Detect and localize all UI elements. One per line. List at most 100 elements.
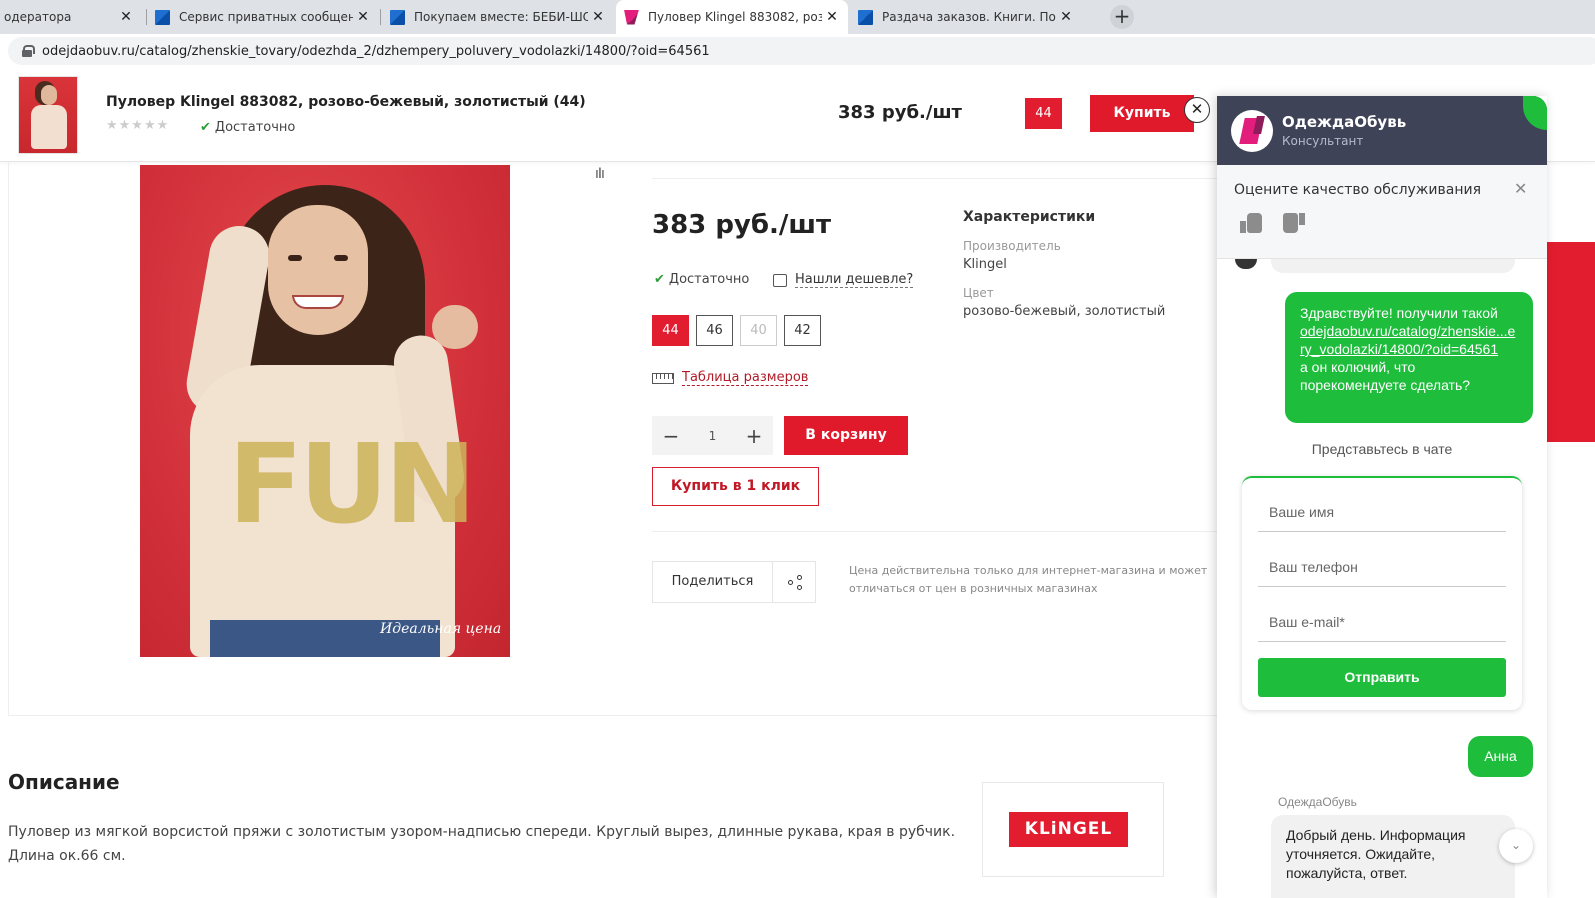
product-photo[interactable]: FUN Идеальная цена — [140, 165, 510, 657]
sticky-size-badge[interactable]: 44 — [1025, 98, 1062, 129]
size-option[interactable]: 46 — [696, 315, 733, 346]
lock-icon — [22, 45, 35, 57]
sticky-price: 383 руб./шт — [838, 102, 962, 123]
windows-icon — [858, 9, 873, 25]
add-to-cart-button[interactable]: В корзину — [784, 416, 908, 455]
rating-stars[interactable]: ★★★★★ — [106, 118, 169, 133]
phone-field[interactable]: Ваш телефон — [1258, 549, 1506, 587]
name-field[interactable]: Ваше имя — [1258, 494, 1506, 532]
thumbs-down-icon[interactable] — [1283, 213, 1305, 233]
windows-icon — [155, 9, 170, 25]
user-message-link[interactable]: odejdaobuv.ru/catalog/zhenskie...ery_vod… — [1300, 323, 1515, 357]
quantity-plus-button[interactable]: + — [735, 424, 773, 448]
chat-logo-icon — [1231, 110, 1273, 152]
tab-close-icon[interactable]: ✕ — [822, 9, 842, 25]
chat-close-button[interactable]: ✕ — [1184, 97, 1210, 123]
scroll-down-icon[interactable]: ⌄ — [1499, 829, 1533, 863]
tab-title: Покупаем вместе: БЕБИ-ШОП (/ — [414, 10, 588, 24]
url-field[interactable]: odejdaobuv.ru/catalog/zhenskie_tovary/od… — [8, 37, 1595, 65]
email-field[interactable]: Ваш e-mail* — [1258, 604, 1506, 642]
char-key: Производитель — [963, 239, 1061, 253]
availability-label: Достаточно — [214, 120, 296, 135]
odezhdaobuv-icon — [624, 9, 639, 25]
rating-close-icon[interactable]: ✕ — [1514, 179, 1527, 198]
windows-icon — [390, 9, 405, 25]
tab-close-icon[interactable]: ✕ — [588, 9, 608, 25]
chat-widget: ОдеждаОбувь Консультант Оцените качество… — [1217, 96, 1547, 898]
url-text: odejdaobuv.ru/catalog/zhenskie_tovary/od… — [42, 43, 710, 59]
page: одератора ✕ Сервис приватных сообщений ✕… — [0, 0, 1595, 898]
sticky-product-title: Пуловер Klingel 883082, розово-бежевый, … — [106, 94, 586, 110]
check-icon: ✔ — [654, 272, 665, 287]
address-bar: odejdaobuv.ru/catalog/zhenskie_tovary/od… — [0, 34, 1595, 68]
quantity-minus-button[interactable]: − — [652, 424, 690, 448]
brand-logo[interactable]: KLiNGEL — [1009, 812, 1128, 847]
browser-tab-active[interactable]: Пуловер Klingel 883082, розово ✕ — [616, 0, 848, 34]
characteristics-title: Характеристики — [963, 209, 1096, 225]
share-icon — [773, 562, 815, 602]
browser-tab-5[interactable]: Раздача заказов. Книги. Покупа ✕ — [850, 0, 1082, 34]
description-heading: Описание — [8, 770, 120, 794]
chat-agent-name: ОдеждаОбувь — [1282, 113, 1407, 131]
operator-message-partial — [1271, 259, 1515, 273]
tab-title: Раздача заказов. Книги. Покупа — [882, 10, 1056, 24]
user-message: Здравствуйте! получили такой odejdaobuv.… — [1285, 292, 1533, 423]
chat-intro-text: Представьтесь в чате — [1311, 441, 1453, 457]
browser-tab-2[interactable]: Сервис приватных сообщений ✕ — [147, 0, 379, 34]
size-option[interactable]: 42 — [784, 315, 821, 346]
price-tag-icon — [773, 273, 787, 287]
divider — [652, 178, 1218, 179]
one-click-buy-button[interactable]: Купить в 1 клик — [652, 467, 819, 506]
characteristics: Характеристики Производитель Klingel Цве… — [963, 209, 1213, 319]
share-button[interactable]: Поделиться — [652, 561, 816, 603]
operator-avatar — [1235, 259, 1257, 269]
found-cheaper-link[interactable]: Нашли дешевле? — [773, 272, 914, 288]
chat-header: ОдеждаОбувь Консультант — [1217, 96, 1547, 165]
sticky-availability: ✔ Достаточно — [200, 120, 295, 135]
photo-signature: Идеальная цена — [380, 621, 502, 637]
user-message-text: а он колючий, что порекомендуете сделать… — [1300, 359, 1471, 393]
rating-panel: Оцените качество обслуживания ✕ — [1217, 165, 1547, 259]
size-option: 40 — [740, 315, 777, 346]
size-selector: 44 46 40 42 — [652, 315, 828, 346]
product-availability: ✔ Достаточно — [654, 272, 749, 287]
browser-tab-bar: одератора ✕ Сервис приватных сообщений ✕… — [0, 0, 1595, 34]
ruler-icon — [652, 372, 674, 384]
compare-icon[interactable]: ıIı — [595, 166, 605, 182]
rating-prompt: Оцените качество обслуживания — [1234, 182, 1482, 198]
user-message-text: Здравствуйте! получили такой — [1300, 305, 1498, 321]
user-name-message: Анна — [1468, 736, 1533, 777]
description-text: Пуловер из мягкой ворсистой пряжи с золо… — [8, 824, 956, 864]
tab-title: Сервис приватных сообщений — [179, 10, 353, 24]
found-cheaper-label: Нашли дешевле? — [795, 272, 914, 288]
size-option[interactable]: 44 — [652, 315, 689, 346]
new-tab-button[interactable]: + — [1110, 5, 1134, 29]
share-label: Поделиться — [653, 562, 773, 602]
tab-title: Пуловер Klingel 883082, розово — [648, 10, 822, 24]
tab-close-icon[interactable]: ✕ — [1056, 9, 1076, 25]
quantity-stepper: − 1 + — [652, 416, 773, 455]
char-value: розово-бежевый, золотистый — [963, 304, 1166, 319]
browser-tab-1[interactable]: одератора ✕ — [0, 0, 142, 34]
char-key: Цвет — [963, 286, 994, 300]
tab-close-icon[interactable]: ✕ — [116, 9, 136, 25]
price-note: Цена действительна только для интернет-м… — [849, 564, 1208, 595]
browser-tab-3[interactable]: Покупаем вместе: БЕБИ-ШОП (/ ✕ — [382, 0, 614, 34]
tab-close-icon[interactable]: ✕ — [353, 9, 373, 25]
thumbs-up-icon[interactable] — [1240, 213, 1262, 233]
product-thumbnail[interactable] — [18, 76, 78, 154]
quantity-value[interactable]: 1 — [690, 429, 735, 443]
check-icon: ✔ — [200, 120, 211, 135]
photo-print-text: FUN — [228, 420, 477, 548]
intro-form: Ваше имя Ваш телефон Ваш e-mail* Отправи… — [1242, 476, 1522, 710]
char-value: Klingel — [963, 257, 1007, 272]
online-indicator — [1523, 96, 1547, 130]
operator-message: Добрый день. Информация уточняется. Ожид… — [1271, 815, 1515, 898]
product-price: 383 руб./шт — [652, 210, 832, 240]
size-table-link[interactable]: Таблица размеров — [652, 370, 809, 386]
sticky-buy-button[interactable]: Купить — [1090, 95, 1194, 132]
side-widget-panel[interactable] — [1540, 242, 1595, 442]
tab-title: одератора — [4, 10, 72, 24]
availability-label: Достаточно — [668, 272, 750, 287]
send-button[interactable]: Отправить — [1258, 658, 1506, 697]
